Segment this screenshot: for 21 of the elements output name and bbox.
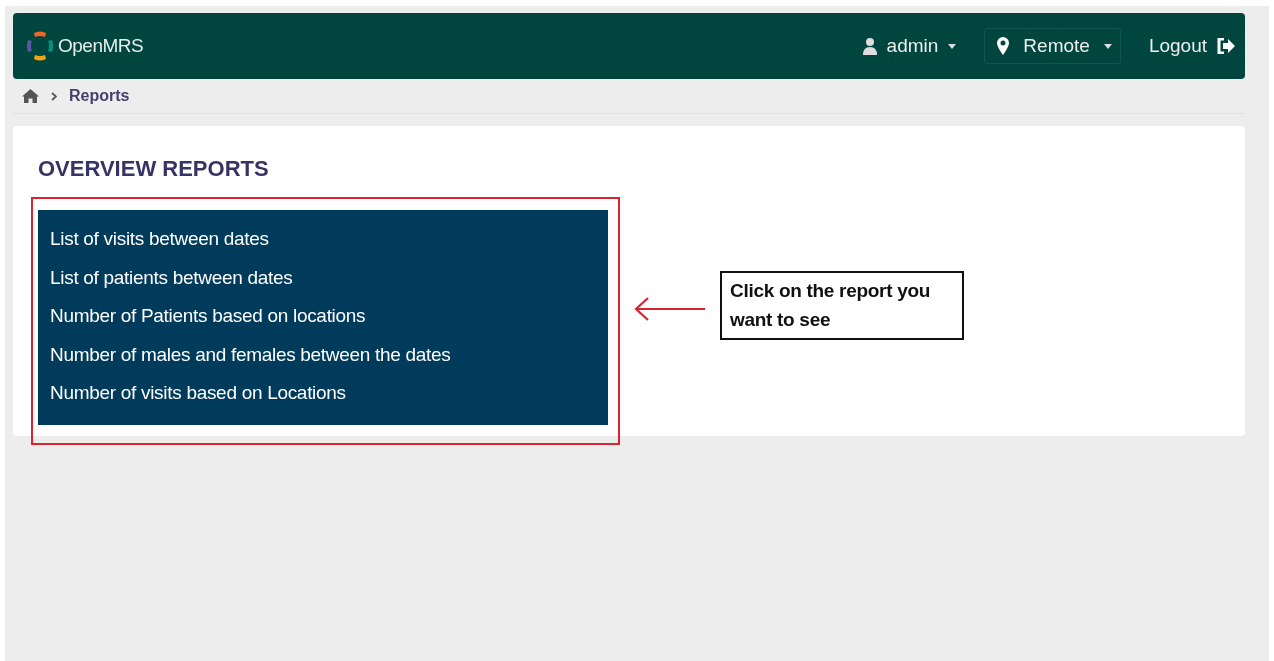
chevron-icon bbox=[51, 91, 57, 101]
section-title: OVERVIEW REPORTS bbox=[38, 156, 270, 182]
caret-icon bbox=[1103, 43, 1112, 49]
home-icon[interactable] bbox=[22, 89, 39, 103]
report-link[interactable]: Number of males and females between the dates bbox=[50, 343, 451, 366]
caret-icon bbox=[948, 43, 957, 49]
logout-icon bbox=[1217, 38, 1235, 54]
logo-icon bbox=[25, 30, 55, 62]
user-icon bbox=[862, 37, 877, 55]
user-menu[interactable]: admin bbox=[862, 29, 957, 63]
report-link[interactable]: Number of visits based on Locations bbox=[50, 382, 346, 405]
callout-note: Click on the report you want to see bbox=[720, 271, 964, 341]
location-menu[interactable]: Remote bbox=[984, 28, 1121, 64]
report-link[interactable]: Number of Patients based on locations bbox=[50, 305, 366, 328]
arrow-icon bbox=[634, 295, 706, 322]
brand-name: OpenMRS bbox=[58, 35, 144, 57]
report-link[interactable]: List of patients between dates bbox=[50, 266, 293, 289]
breadcrumb-current: Reports bbox=[69, 87, 130, 105]
map-pin-icon bbox=[997, 37, 1010, 55]
logout-button[interactable]: Logout bbox=[1148, 29, 1235, 63]
report-link[interactable]: List of visits between dates bbox=[50, 228, 269, 251]
